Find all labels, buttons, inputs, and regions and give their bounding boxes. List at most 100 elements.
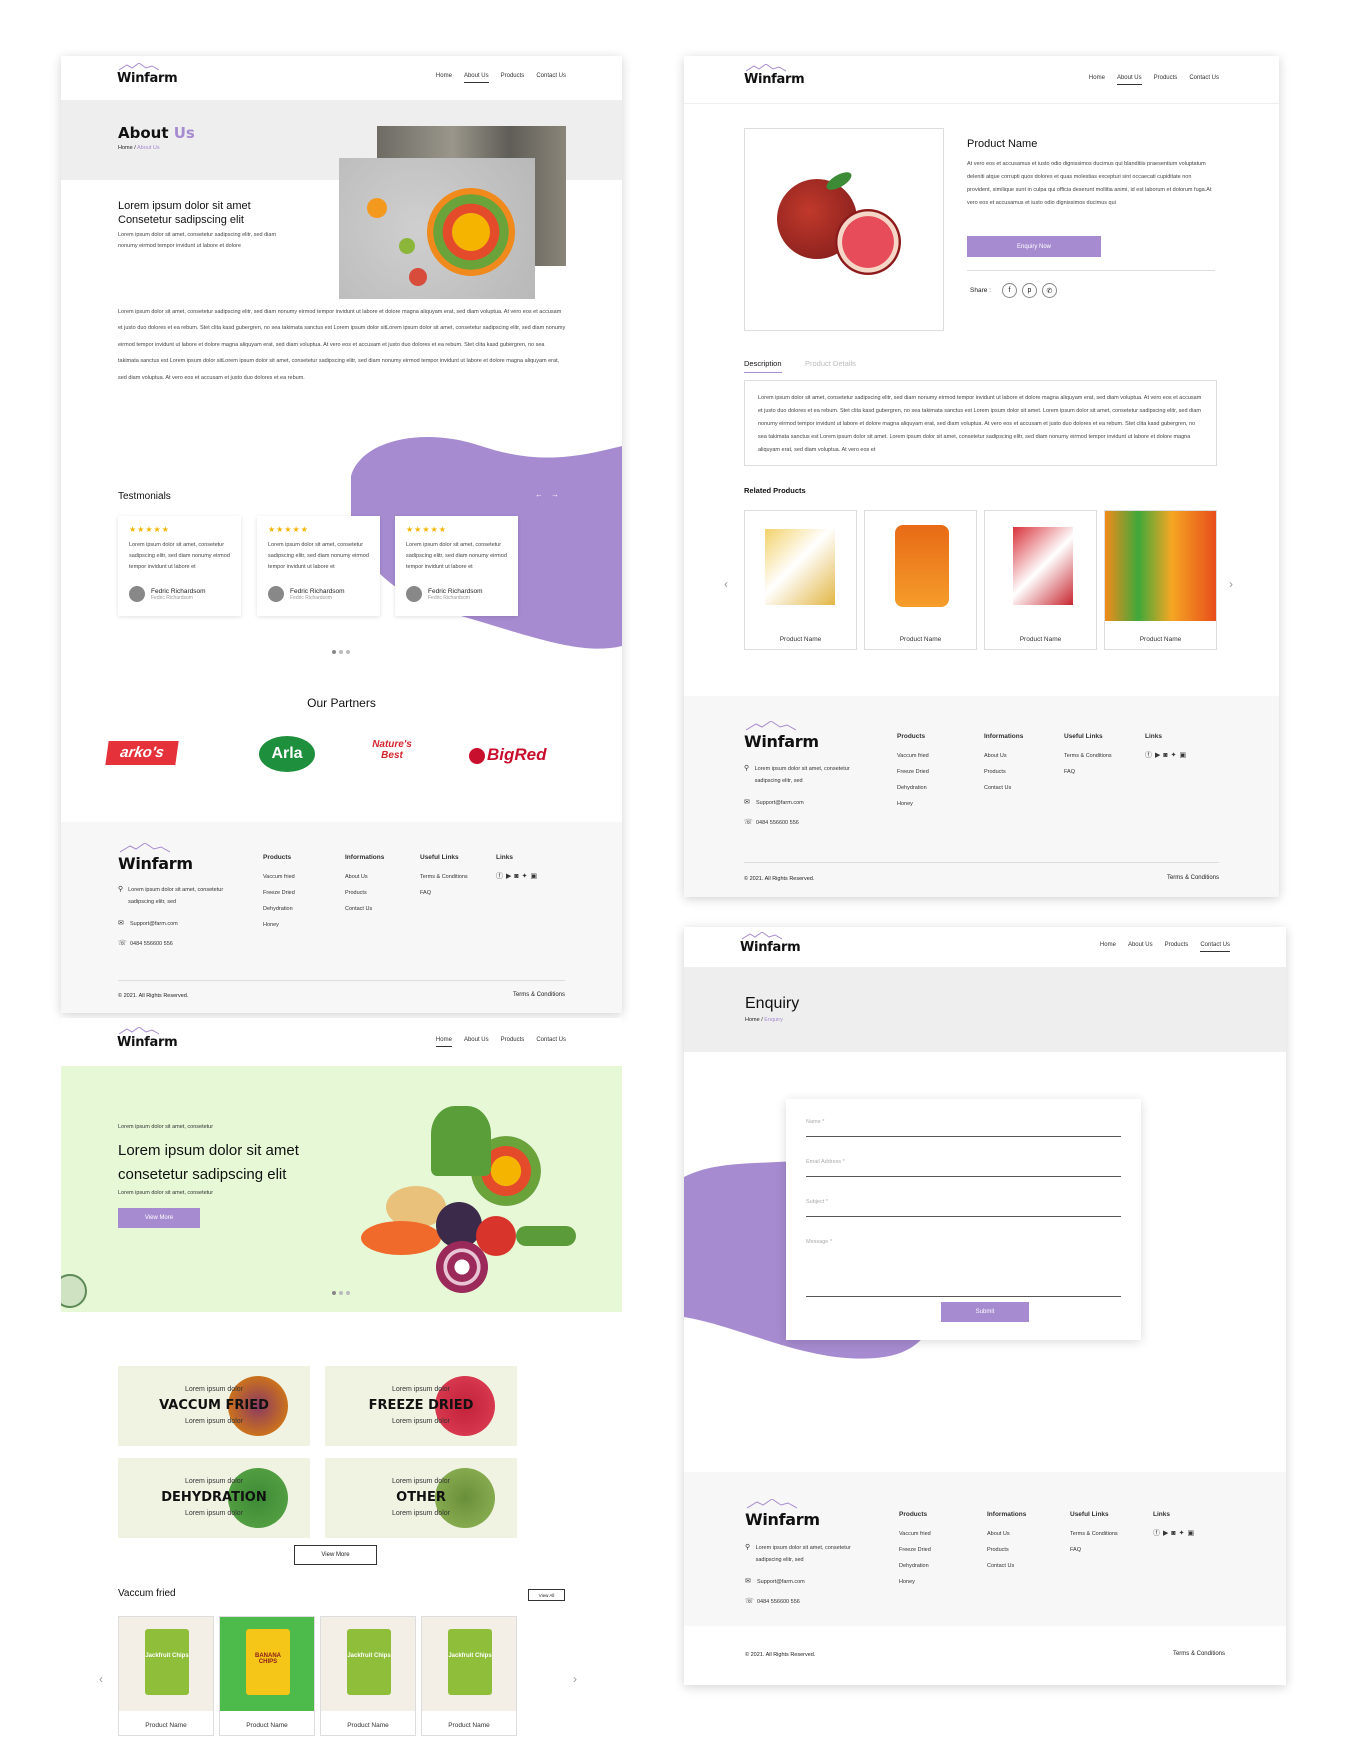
product-card[interactable]: Jackfruit Chips Product Name: [118, 1616, 214, 1736]
footer-link[interactable]: Honey: [899, 1574, 931, 1590]
footer-link[interactable]: Terms & Conditions: [1070, 1526, 1118, 1542]
product-card[interactable]: BANANA CHIPS Product Name: [219, 1616, 315, 1736]
footer-link[interactable]: About Us: [987, 1526, 1026, 1542]
footer-link[interactable]: Vaccum fried: [897, 748, 929, 764]
view-more-button[interactable]: View More: [294, 1545, 377, 1565]
footer-link[interactable]: Products: [987, 1542, 1026, 1558]
whatsapp-icon[interactable]: ✆: [1041, 283, 1057, 298]
product-card[interactable]: Jackfruit Chips Product Name: [320, 1616, 416, 1736]
logo[interactable]: Winfarm: [117, 1026, 178, 1050]
nav-products[interactable]: Products: [1165, 942, 1189, 952]
footer-link[interactable]: Dehydration: [899, 1558, 931, 1574]
youtube-icon[interactable]: ▶: [506, 869, 511, 885]
footer-link[interactable]: Products: [984, 764, 1023, 780]
hero-view-more-button[interactable]: View More: [118, 1208, 200, 1228]
footer-link[interactable]: Honey: [897, 796, 929, 812]
terms-link[interactable]: Terms & Conditions: [1173, 1651, 1225, 1657]
footer-link[interactable]: Terms & Conditions: [420, 869, 468, 885]
related-card[interactable]: Product Name: [984, 510, 1097, 650]
vaccum-next-icon[interactable]: ›: [573, 1672, 577, 1686]
nav-contact[interactable]: Contact Us: [536, 73, 566, 83]
terms-link[interactable]: Terms & Conditions: [513, 992, 565, 998]
footer-phone[interactable]: 0484 556600 556: [130, 938, 173, 950]
footer-link[interactable]: About Us: [984, 748, 1023, 764]
footer-email[interactable]: Support@farm.com: [756, 797, 804, 809]
footer-link[interactable]: Freeze Dried: [897, 764, 929, 780]
nav-home[interactable]: Home: [1100, 942, 1116, 952]
breadcrumb-home[interactable]: Home /: [118, 145, 136, 151]
related-card[interactable]: Product Name: [1104, 510, 1217, 650]
footer-link[interactable]: Honey: [263, 917, 295, 933]
email-field[interactable]: Email Address *: [806, 1159, 1121, 1177]
footer-link[interactable]: FAQ: [1070, 1542, 1118, 1558]
logo[interactable]: Winfarm: [117, 62, 178, 86]
footer-email[interactable]: Support@farm.com: [757, 1576, 805, 1588]
youtube-icon[interactable]: ▶: [1163, 1526, 1168, 1542]
facebook-icon[interactable]: ⓕ: [1145, 748, 1152, 764]
name-field[interactable]: Name *: [806, 1119, 1121, 1137]
footer-email[interactable]: Support@farm.com: [130, 918, 178, 930]
footer-link[interactable]: FAQ: [420, 885, 468, 901]
nav-products[interactable]: Products: [1154, 75, 1178, 85]
footer-link[interactable]: Freeze Dried: [263, 885, 295, 901]
logo[interactable]: Winfarm: [744, 64, 805, 87]
related-card[interactable]: Product Name: [864, 510, 977, 650]
category-card[interactable]: Lorem ipsum dolor VACCUM FRIED Lorem ipsum…: [118, 1366, 310, 1446]
footer-link[interactable]: FAQ: [1064, 764, 1112, 780]
footer-link[interactable]: Contact Us: [987, 1558, 1026, 1574]
nav-home[interactable]: Home: [1089, 75, 1105, 85]
category-card[interactable]: Lorem ipsum dolor FREEZE DRIED Lorem ipsum…: [325, 1366, 517, 1446]
enquiry-now-button[interactable]: Enquiry Now: [967, 236, 1101, 257]
tab-description[interactable]: Description: [744, 359, 782, 373]
vaccum-prev-icon[interactable]: ‹: [99, 1672, 103, 1686]
footer-link[interactable]: Vaccum fried: [899, 1526, 931, 1542]
view-all-button[interactable]: View All: [528, 1589, 565, 1601]
nav-about[interactable]: About Us: [1128, 942, 1153, 952]
footer-phone[interactable]: 0484 556600 556: [756, 817, 799, 829]
linkedin-icon[interactable]: ▣: [1180, 748, 1187, 764]
prev-arrow-icon[interactable]: ←: [535, 490, 551, 499]
tab-product-details[interactable]: Product Details: [805, 359, 856, 368]
nav-contact[interactable]: Contact Us: [1200, 942, 1230, 952]
twitter-icon[interactable]: ✦: [1171, 748, 1177, 764]
hero-dots[interactable]: [332, 1291, 350, 1295]
category-card[interactable]: Lorem ipsum dolor DEHYDRATION Lorem ipsum …: [118, 1458, 310, 1538]
facebook-icon[interactable]: ⓕ: [496, 869, 503, 885]
subject-field[interactable]: Subject *: [806, 1199, 1121, 1217]
facebook-icon[interactable]: ⓕ: [1153, 1526, 1160, 1542]
nav-about[interactable]: About Us: [464, 1037, 489, 1047]
nav-home[interactable]: Home: [435, 1037, 452, 1047]
related-card[interactable]: Product Name: [744, 510, 857, 650]
footer-link[interactable]: Products: [345, 885, 384, 901]
breadcrumb-home[interactable]: Home /: [745, 1017, 763, 1023]
footer-link[interactable]: Contact Us: [345, 901, 384, 917]
nav-contact[interactable]: Contact Us: [536, 1037, 566, 1047]
youtube-icon[interactable]: ▶: [1155, 748, 1160, 764]
nav-about[interactable]: About Us: [463, 73, 489, 83]
footer-link[interactable]: Dehydration: [897, 780, 929, 796]
instagram-icon[interactable]: ◙: [514, 869, 518, 885]
instagram-icon[interactable]: ◙: [1171, 1526, 1175, 1542]
facebook-icon[interactable]: f: [1001, 283, 1017, 298]
footer-link[interactable]: Vaccum fried: [263, 869, 295, 885]
footer-link[interactable]: Terms & Conditions: [1064, 748, 1112, 764]
terms-link[interactable]: Terms & Conditions: [1167, 875, 1219, 881]
nav-products[interactable]: Products: [501, 1037, 525, 1047]
nav-about[interactable]: About Us: [1116, 75, 1142, 85]
footer-logo[interactable]: Winfarm: [118, 843, 193, 873]
related-next-icon[interactable]: ›: [1229, 577, 1233, 591]
twitter-icon[interactable]: ✦: [522, 869, 528, 885]
nav-home[interactable]: Home: [436, 73, 452, 83]
logo[interactable]: Winfarm: [740, 931, 801, 955]
footer-logo[interactable]: Winfarm: [745, 1499, 820, 1529]
nav-contact[interactable]: Contact Us: [1189, 75, 1219, 85]
submit-button[interactable]: Submit: [941, 1302, 1029, 1322]
pinterest-icon[interactable]: p: [1021, 283, 1037, 298]
nav-products[interactable]: Products: [501, 73, 525, 83]
footer-link[interactable]: About Us: [345, 869, 384, 885]
footer-link[interactable]: Contact Us: [984, 780, 1023, 796]
instagram-icon[interactable]: ◙: [1163, 748, 1167, 764]
testimonial-dots[interactable]: [332, 650, 350, 654]
next-arrow-icon[interactable]: →: [551, 490, 567, 499]
category-card[interactable]: Lorem ipsum dolor OTHER Lorem ipsum dolor: [325, 1458, 517, 1538]
